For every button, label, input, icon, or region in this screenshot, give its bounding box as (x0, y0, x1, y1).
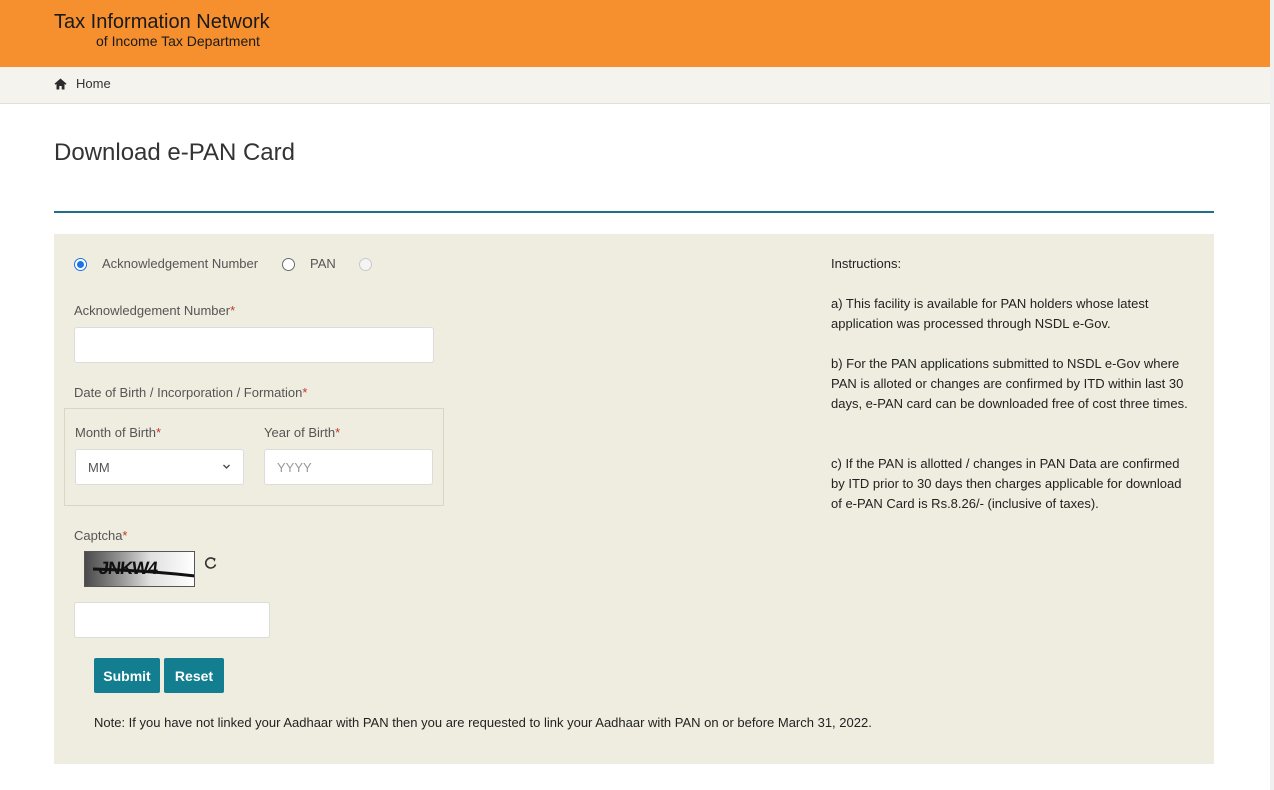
captcha-label: Captcha* (74, 528, 127, 544)
month-label-text: Month of Birth (75, 425, 156, 440)
captcha-image: JNKW4 (84, 551, 195, 587)
dob-label: Date of Birth / Incorporation / Formatio… (74, 385, 307, 401)
radio-pan[interactable] (282, 258, 295, 271)
home-icon[interactable] (54, 78, 67, 90)
ack-number-label: Acknowledgement Number* (74, 303, 235, 319)
month-label: Month of Birth* (75, 425, 161, 441)
instruction-item-c: c) If the PAN is allotted / changes in P… (831, 456, 1182, 511)
captcha-input[interactable] (74, 602, 270, 638)
month-select-value: MM (88, 460, 110, 475)
ack-number-input[interactable] (74, 327, 434, 363)
instruction-item-a: a) This facility is available for PAN ho… (831, 296, 1149, 331)
radio-acknowledgement-number[interactable] (74, 258, 87, 271)
brand-subtitle[interactable]: of Income Tax Department (96, 33, 260, 50)
dob-label-text: Date of Birth / Incorporation / Formatio… (74, 385, 303, 400)
instructions-heading: Instructions: (831, 256, 902, 271)
radio-label-acknowledgement-number[interactable]: Acknowledgement Number (102, 256, 258, 272)
chevron-down-icon (223, 464, 230, 469)
radio-disabled-option[interactable] (359, 258, 372, 271)
aadhaar-note: Note: If you have not linked your Aadhaa… (94, 715, 872, 730)
required-marker: * (302, 385, 308, 400)
required-marker: * (155, 425, 161, 440)
required-marker: * (230, 303, 236, 318)
year-label-text: Year of Birth (264, 425, 336, 440)
year-input[interactable] (264, 449, 433, 485)
breadcrumb (0, 67, 1270, 104)
radio-label-pan[interactable]: PAN (310, 256, 336, 272)
captcha-noise-line (92, 567, 194, 578)
page-title: Download e-PAN Card (54, 139, 295, 166)
ack-number-label-text: Acknowledgement Number (74, 303, 231, 318)
month-select[interactable]: MM (75, 449, 244, 485)
page-scrollbar[interactable] (1270, 0, 1274, 790)
title-divider (54, 211, 1214, 213)
brand-title[interactable]: Tax Information Network (54, 10, 270, 34)
required-marker: * (335, 425, 341, 440)
breadcrumb-home-link[interactable]: Home (76, 76, 111, 92)
reset-button[interactable]: Reset (164, 658, 224, 693)
instruction-item-b: b) For the PAN applications submitted to… (831, 356, 1188, 411)
captcha-label-text: Captcha (74, 528, 123, 543)
submit-button[interactable]: Submit (94, 658, 160, 693)
required-marker: * (122, 528, 128, 543)
year-label: Year of Birth* (264, 425, 340, 441)
refresh-icon[interactable] (203, 555, 219, 571)
